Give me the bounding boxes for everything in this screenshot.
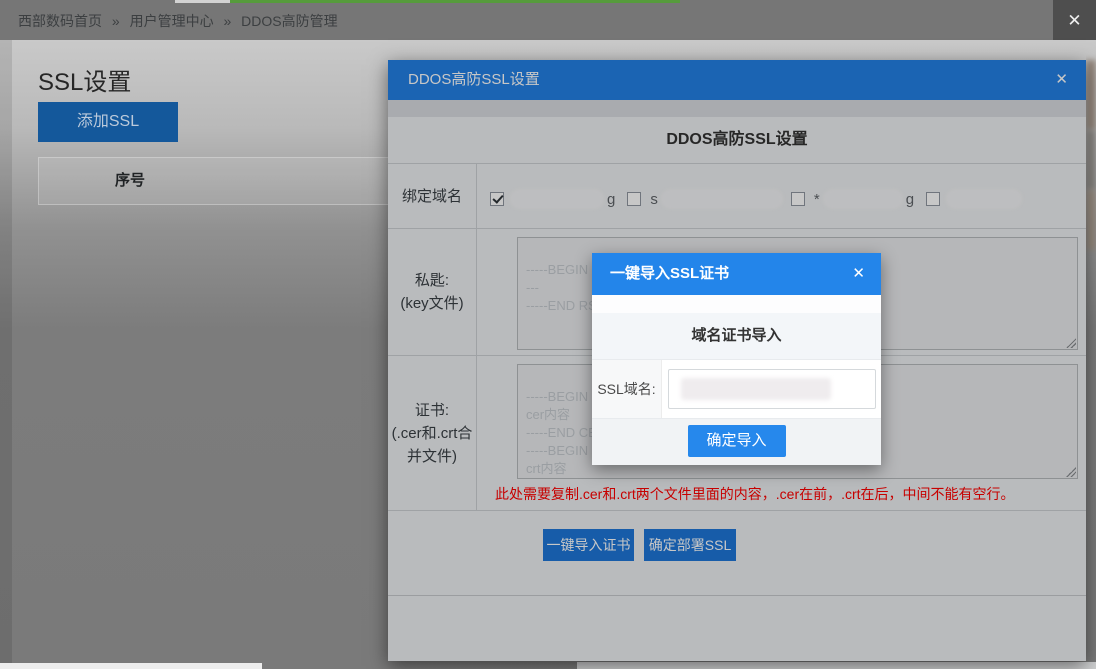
private-key-sublabel: (key文件) [400,292,463,315]
ssl-domain-row: SSL域名: [592,359,881,419]
breadcrumb-ddos-manage[interactable]: DDOS高防管理 [241,13,337,29]
breadcrumb-user-center[interactable]: 用户管理中心 [130,13,214,29]
domain-2-prefix: s [650,191,658,208]
certificate-sublabel: (.cer和.crt合并文件) [390,422,474,468]
domain-checkbox-3[interactable] [791,192,805,206]
import-modal-close-icon[interactable]: ✕ [852,253,865,295]
redacted-domain-4 [946,189,1022,209]
bind-domain-label: 绑定域名 [388,164,477,228]
screen: 西部数码首页 » 用户管理中心 » DDOS高防管理 ✕ SSL设置 添加SSL… [0,0,1096,669]
ddos-ssl-modal-header: DDOS高防SSL设置 ✕ [388,60,1086,100]
domain-checkbox-group: g s * g [490,189,1022,209]
close-icon: ✕ [1067,11,1081,30]
deploy-ssl-button[interactable]: 确定部署SSL [644,529,736,561]
import-modal-title: 一键导入SSL证书 [610,253,729,295]
domain-checkbox-4[interactable] [926,192,940,206]
page-left-shade [0,40,12,669]
one-key-import-button[interactable]: 一键导入证书 [543,529,634,561]
redacted-domain-value [681,378,831,400]
ssl-modal-footer: 一键导入证书 确定部署SSL [388,529,1086,595]
private-key-label: 私匙: [415,269,449,292]
certificate-label: 证书: [415,399,449,422]
ssl-domain-input[interactable] [668,369,876,409]
redacted-domain-2 [661,189,783,209]
page-close-button[interactable]: ✕ [1053,0,1096,41]
redacted-domain-3 [823,189,903,209]
background-edge-content [1086,130,1096,190]
breadcrumb-separator-icon: » [112,13,120,29]
breadcrumb-home[interactable]: 西部数码首页 [18,13,102,29]
resize-handle-icon[interactable] [1066,338,1076,348]
domain-1-suffix: g [607,191,615,208]
ssl-domain-label: SSL域名: [592,360,662,418]
import-modal-footer: 确定导入 [592,419,881,465]
ddos-ssl-modal-title: DDOS高防SSL设置 [408,60,540,100]
add-ssl-button[interactable]: 添加SSL [38,102,178,142]
certificate-hint: 此处需要复制.cer和.crt两个文件里面的内容，.cer在前，.crt在后，中… [495,484,1075,504]
domain-checkbox-2[interactable] [627,192,641,206]
bottom-strip-left [0,663,262,669]
import-modal-header: 一键导入SSL证书 ✕ [592,253,881,295]
ssl-form-title: DDOS高防SSL设置 [388,117,1086,163]
resize-handle-icon[interactable] [1066,467,1076,477]
footer-divider [388,595,1086,596]
top-breadcrumb-bar: 西部数码首页 » 用户管理中心 » DDOS高防管理 ✕ [0,0,1096,40]
import-section-title: 域名证书导入 [592,313,881,359]
bind-domain-row: 绑定域名 g s * g [388,164,1086,229]
domain-checkbox-1[interactable] [490,192,504,206]
domain-3-suffix: g [906,191,914,208]
progress-bar [230,0,680,3]
background-edge-content [1086,190,1096,250]
import-modal-strip [592,295,881,313]
ddos-ssl-modal-close-icon[interactable]: ✕ [1055,60,1068,100]
background-edge-content [1086,60,1096,130]
breadcrumb-separator-icon: » [223,13,231,29]
progress-bar-track [175,0,230,3]
modal-top-strip [388,100,1086,117]
domain-3-prefix: * [814,191,820,208]
breadcrumb: 西部数码首页 » 用户管理中心 » DDOS高防管理 [18,11,344,31]
background-page-edge [1086,40,1096,669]
bottom-strip-right [577,662,1096,669]
redacted-domain-1 [510,189,604,209]
page-title: SSL设置 [38,62,131,97]
confirm-import-button[interactable]: 确定导入 [688,425,786,457]
import-ssl-modal: 一键导入SSL证书 ✕ 域名证书导入 SSL域名: 确定导入 [592,253,881,465]
